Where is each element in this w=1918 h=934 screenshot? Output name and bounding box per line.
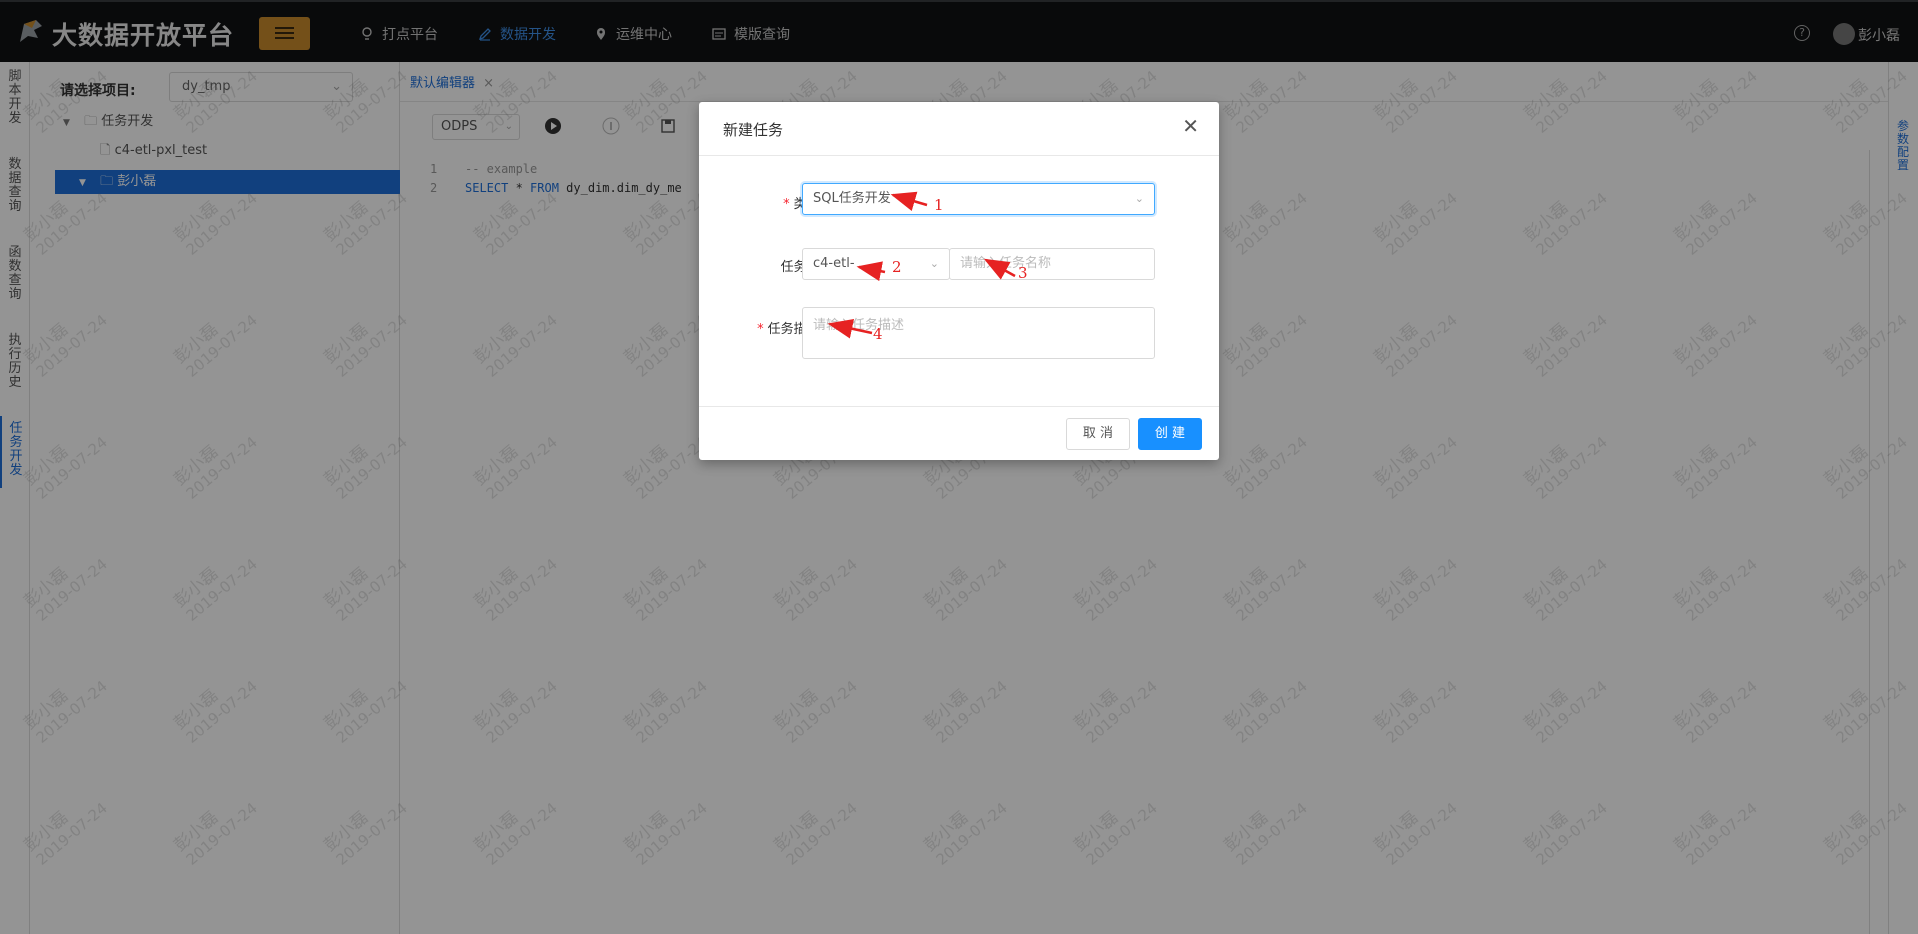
- dialog-header: 新建任务 ✕: [699, 102, 1219, 156]
- task-name-prefix-select[interactable]: c4-etl- ⌄: [802, 248, 950, 280]
- close-icon[interactable]: ✕: [1182, 116, 1199, 136]
- dialog-footer: 取 消 创 建: [699, 406, 1219, 460]
- task-name-input[interactable]: 请输入任务名称: [949, 248, 1155, 280]
- task-desc-textarea[interactable]: 请输入任务描述: [802, 307, 1155, 359]
- create-button[interactable]: 创 建: [1138, 418, 1202, 450]
- chevron-down-icon: ⌄: [929, 257, 939, 270]
- annotation-label: 3: [1018, 264, 1028, 282]
- chevron-down-icon: ⌄: [1134, 192, 1144, 205]
- type-select[interactable]: SQL任务开发 ⌄: [802, 183, 1155, 215]
- annotation-label: 1: [934, 196, 944, 214]
- type-value: SQL任务开发: [813, 191, 891, 206]
- dialog-title: 新建任务: [723, 121, 784, 139]
- cancel-button[interactable]: 取 消: [1066, 418, 1130, 450]
- new-task-dialog: 新建任务 ✕ *类型: SQL任务开发 ⌄ 任务名: c4-etl- ⌄ 请输入…: [699, 102, 1219, 460]
- annotation-label: 2: [892, 258, 902, 276]
- prefix-value: c4-etl-: [813, 256, 855, 271]
- annotation-label: 4: [873, 325, 883, 343]
